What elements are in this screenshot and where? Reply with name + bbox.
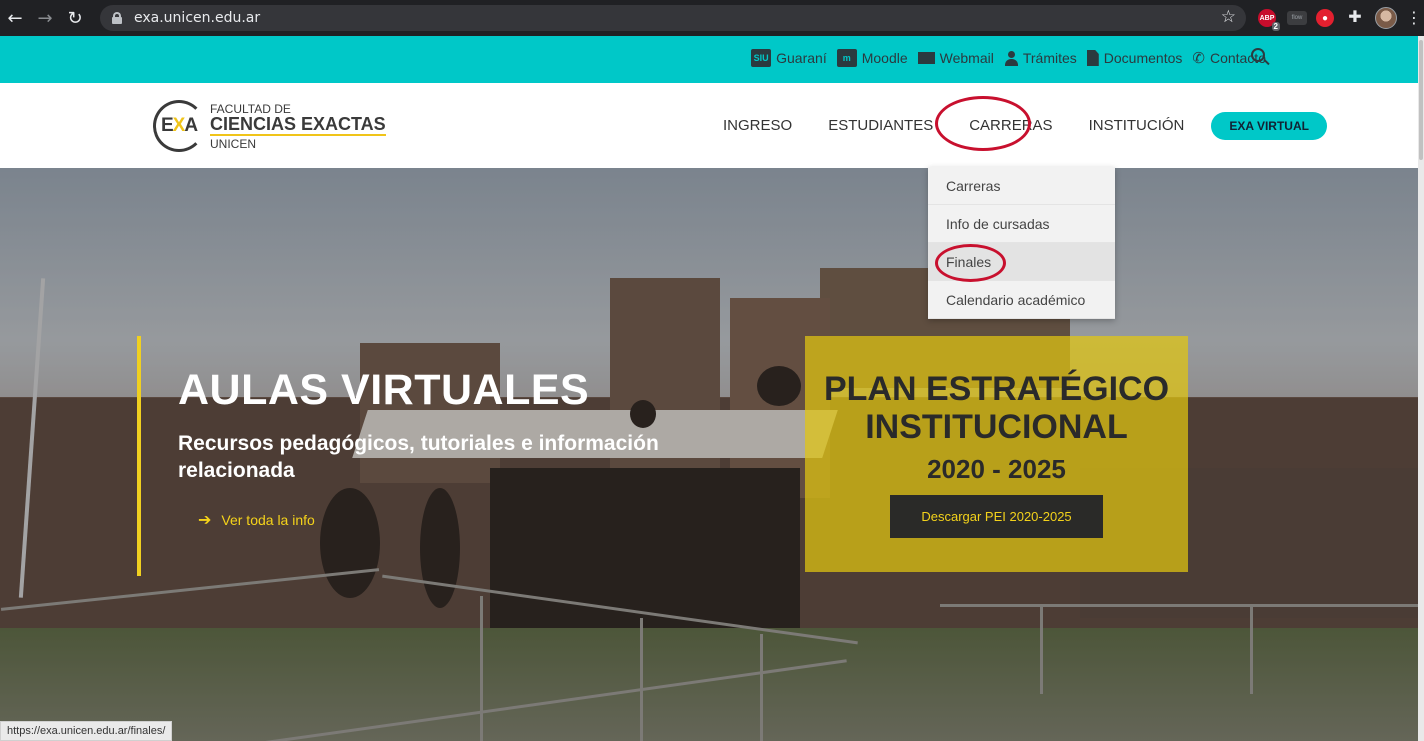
plan-title: PLAN ESTRATÉGICO INSTITUCIONAL xyxy=(805,370,1188,446)
flow-label: flow xyxy=(1291,15,1303,21)
top-link-label: Guaraní xyxy=(776,50,827,66)
search-icon[interactable] xyxy=(1251,48,1265,62)
siu-icon: SIU xyxy=(751,49,772,67)
nav-estudiantes[interactable]: ESTUDIANTES xyxy=(810,117,951,134)
hero-title: AULAS VIRTUALES xyxy=(178,366,590,414)
url-text[interactable]: exa.unicen.edu.ar xyxy=(134,10,260,26)
nav-institucion[interactable]: INSTITUCIÓN xyxy=(1071,117,1203,134)
logo-mark: EXA xyxy=(153,100,205,152)
annotation-circle-carreras xyxy=(935,96,1031,151)
back-arrow-icon[interactable]: ← xyxy=(0,0,30,36)
document-icon xyxy=(1086,50,1099,66)
address-bar[interactable]: exa.unicen.edu.ar ☆ xyxy=(100,5,1246,31)
site-header: EXA FACULTAD DE CIENCIAS EXACTAS UNICEN … xyxy=(0,83,1424,168)
lock-icon[interactable] xyxy=(112,12,122,24)
nav-ingreso[interactable]: INGRESO xyxy=(705,117,810,134)
plan-title-line-2: INSTITUCIONAL xyxy=(865,408,1128,446)
logo-text: FACULTAD DE CIENCIAS EXACTAS UNICEN xyxy=(210,103,386,150)
profile-avatar[interactable] xyxy=(1375,7,1397,29)
browser-toolbar: ← → ↻ exa.unicen.edu.ar ☆ ABP 2 flow ● ✚… xyxy=(0,0,1424,36)
logo-line-1: FACULTAD DE xyxy=(210,101,291,116)
dropdown-item-carreras[interactable]: Carreras xyxy=(928,167,1115,205)
hero-more-link[interactable]: ➔ Ver toda la info xyxy=(198,510,315,529)
hero-link-label: Ver toda la info xyxy=(221,511,315,528)
reload-icon[interactable]: ↻ xyxy=(60,0,90,36)
adblock-extension-icon[interactable]: ABP 2 xyxy=(1258,9,1280,31)
bookmark-star-icon[interactable]: ☆ xyxy=(1221,7,1236,27)
flow-extension-icon[interactable]: flow xyxy=(1287,11,1307,25)
adblock-badge: 2 xyxy=(1271,22,1280,31)
top-link-webmail[interactable]: Webmail xyxy=(917,50,994,66)
exa-virtual-button[interactable]: EXA VIRTUAL xyxy=(1211,111,1327,140)
hero-banner: AULAS VIRTUALES Recursos pedagógicos, tu… xyxy=(0,168,1424,741)
forward-arrow-icon[interactable]: → xyxy=(30,0,60,36)
plan-estrategico-box: PLAN ESTRATÉGICO INSTITUCIONAL 2020 - 20… xyxy=(805,336,1188,572)
dropdown-item-info-cursadas[interactable]: Info de cursadas xyxy=(928,205,1115,243)
top-utility-bar: SIU Guaraní m Moodle Webmail Trámites Do… xyxy=(0,36,1424,83)
browser-menu-icon[interactable]: ⋮ xyxy=(1406,8,1422,27)
top-link-documentos[interactable]: Documentos xyxy=(1086,50,1183,66)
annotation-circle-finales xyxy=(935,244,1006,282)
top-link-guarani[interactable]: SIU Guaraní xyxy=(751,49,827,67)
top-link-label: Webmail xyxy=(939,50,994,66)
hero-subtitle: Recursos pedagógicos, tutoriales e infor… xyxy=(178,432,659,482)
adblock-label: ABP xyxy=(1259,14,1275,22)
top-link-tramites[interactable]: Trámites xyxy=(1004,50,1077,66)
dropdown-item-calendario[interactable]: Calendario académico xyxy=(928,281,1115,319)
download-pei-button[interactable]: Descargar PEI 2020-2025 xyxy=(890,495,1103,538)
top-link-label: Moodle xyxy=(861,50,908,66)
hero-accent-bar xyxy=(137,336,141,576)
logo-line-2: CIENCIAS EXACTAS xyxy=(210,113,386,136)
plan-title-line-1: PLAN ESTRATÉGICO xyxy=(823,370,1170,408)
status-bar-url: https://exa.unicen.edu.ar/finales/ xyxy=(0,721,173,741)
extensions-puzzle-icon[interactable]: ✚ xyxy=(1346,8,1364,26)
carreras-dropdown: Carreras Info de cursadas Finales Calend… xyxy=(928,167,1115,319)
logo-mark-text: EXA xyxy=(160,115,198,136)
arrow-right-icon: ➔ xyxy=(198,510,212,529)
moodle-icon: m xyxy=(836,49,857,67)
red-extension-icon[interactable]: ● xyxy=(1316,9,1334,27)
faculty-logo[interactable]: EXA FACULTAD DE CIENCIAS EXACTAS UNICEN xyxy=(153,100,386,152)
top-link-label: Documentos xyxy=(1103,50,1183,66)
plan-years: 2020 - 2025 xyxy=(927,454,1066,484)
envelope-icon xyxy=(917,52,935,64)
scrollbar-thumb[interactable] xyxy=(1419,40,1423,160)
logo-line-3: UNICEN xyxy=(210,136,257,151)
user-icon xyxy=(1004,50,1018,66)
phone-icon: ✆ xyxy=(1192,49,1205,67)
top-link-label: Trámites xyxy=(1022,50,1077,66)
top-link-moodle[interactable]: m Moodle xyxy=(836,49,908,67)
top-links: SIU Guaraní m Moodle Webmail Trámites Do… xyxy=(751,49,1266,67)
